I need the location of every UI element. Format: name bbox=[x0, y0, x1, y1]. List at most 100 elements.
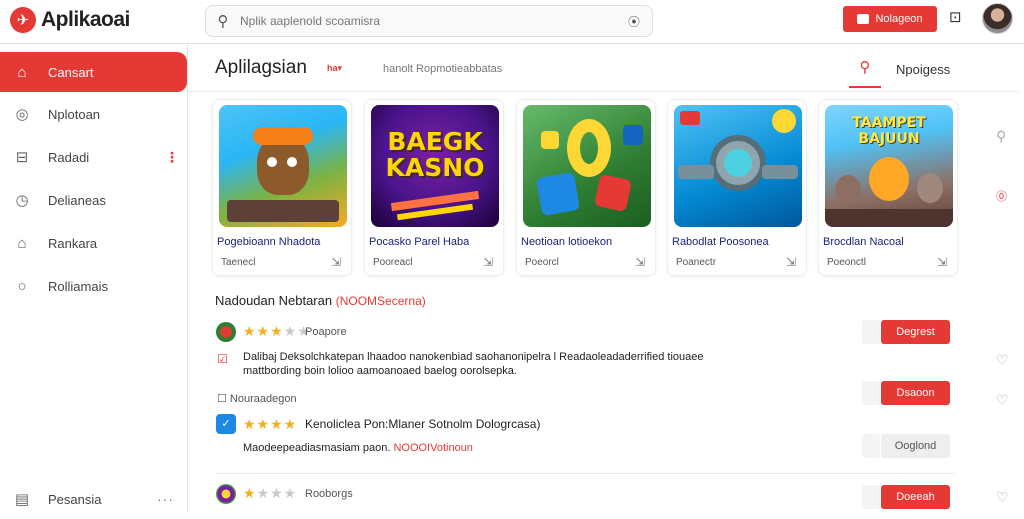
review-tag: ☐ Nouraadegon bbox=[217, 392, 297, 405]
heart-icon[interactable]: ♡ bbox=[996, 489, 1009, 506]
app-logo-text: Aplikaoai bbox=[41, 8, 130, 31]
app-card-image bbox=[219, 105, 347, 227]
app-card-title: Neotioan lotioekon bbox=[521, 236, 613, 248]
search-bar[interactable]: ⚲ ⦿ bbox=[205, 5, 653, 37]
comment-icon: ☑ bbox=[217, 352, 228, 366]
secondary-button[interactable] bbox=[862, 320, 880, 344]
app-card-title: Pocasko Parel Haba bbox=[369, 236, 470, 248]
app-card-meta: Pooreacl bbox=[373, 257, 413, 268]
home-icon: ⌂ bbox=[17, 63, 27, 81]
top-bar: ✈ Aplikaoai ⚲ ⦿ Nolageon ⊡ bbox=[0, 0, 1024, 44]
review-text-line: Maodeepeadiasmasiam paon. bbox=[243, 442, 391, 454]
share-icon[interactable]: ⇲ bbox=[331, 255, 341, 269]
app-icon bbox=[216, 322, 236, 342]
app-card-image bbox=[674, 105, 802, 227]
language-selector[interactable]: ha▾ bbox=[327, 63, 342, 74]
row-divider bbox=[215, 473, 955, 474]
sidebar-item-label: Rankara bbox=[48, 235, 98, 251]
primary-action-label: Nolageon bbox=[875, 13, 923, 25]
app-card-image: BAEGK KASNO bbox=[371, 105, 499, 227]
tab-progress[interactable]: Npoigess bbox=[896, 62, 950, 77]
section-title-text: Nadoudan Nebtaran bbox=[215, 293, 333, 308]
share-icon[interactable]: ⇲ bbox=[635, 255, 645, 269]
primary-action-button[interactable]: Nolageon bbox=[843, 6, 937, 32]
sidebar-item-home[interactable]: ⌂ Cansart bbox=[0, 52, 187, 92]
share-icon[interactable]: ⇲ bbox=[937, 255, 947, 269]
sidebar-item-settings[interactable]: ▤ Pesansia ··· bbox=[0, 479, 187, 519]
page-subtitle: hanolt Ropmotieabbatas bbox=[383, 63, 503, 75]
twitter-icon: ✓ bbox=[216, 414, 236, 434]
compass-icon: ◎ bbox=[15, 106, 29, 123]
header-search-icon[interactable]: ⚲ bbox=[849, 58, 881, 88]
app-card-meta: Taenecl bbox=[221, 257, 256, 268]
app-card-art-title: TAAMPET BAJUUN bbox=[852, 115, 926, 147]
bank-icon: ⌂ bbox=[17, 234, 27, 252]
row-action-button[interactable]: Ooglond bbox=[881, 434, 950, 458]
secondary-button[interactable] bbox=[862, 381, 880, 405]
app-card-meta: Poeorcl bbox=[525, 257, 559, 268]
sidebar-item-bank[interactable]: ⌂ Rankara bbox=[0, 223, 187, 263]
star-rating: ★★★★ bbox=[243, 416, 298, 432]
sidebar-item-label: Cansart bbox=[48, 64, 94, 80]
more-horizontal-icon[interactable]: ··· bbox=[157, 491, 174, 507]
review-check-icon: ☐ bbox=[217, 393, 230, 405]
search-icon: ⚲ bbox=[217, 13, 229, 30]
circle-icon: ○ bbox=[17, 277, 27, 295]
star-rating: ★★★★★ bbox=[243, 323, 311, 339]
app-card-title: Pogebioann Nhadota bbox=[217, 236, 321, 248]
app-card[interactable]: Rabodlat Poosonea Poanectr ⇲ bbox=[667, 99, 807, 276]
sidebar-item-label: Delianeas bbox=[48, 192, 106, 208]
row-action-button[interactable]: Dsaoon bbox=[881, 381, 950, 405]
search-input[interactable] bbox=[240, 14, 610, 28]
notification-icon[interactable]: ⊡ bbox=[949, 8, 962, 26]
user-avatar[interactable] bbox=[982, 3, 1013, 34]
app-card-title: Rabodlat Poosonea bbox=[672, 236, 769, 248]
sidebar-footer-label: Pesansia bbox=[48, 491, 102, 507]
star-rating: ★★★★ bbox=[243, 485, 298, 501]
app-card-image: TAAMPET BAJUUN bbox=[825, 105, 953, 227]
app-card[interactable]: BAEGK KASNO Pocasko Parel Haba Pooreacl … bbox=[364, 99, 504, 276]
sidebar-item-profile[interactable]: ○ Rolliamais bbox=[0, 266, 187, 306]
more-dots-icon[interactable]: ⋮ bbox=[165, 149, 179, 166]
mic-icon[interactable]: ⦿ bbox=[628, 13, 640, 30]
review-text-highlight: NOOOIVotinoun bbox=[393, 442, 473, 454]
shop-icon: ⊟ bbox=[15, 149, 29, 166]
review-text: Maodeepeadiasmasiam paon. NOOOIVotinoun bbox=[243, 441, 473, 455]
plane-icon: ✈ bbox=[10, 7, 36, 33]
app-card-title: Brocdlan Nacoal bbox=[823, 236, 904, 248]
alert-icon[interactable]: ⓪ bbox=[996, 188, 1007, 204]
app-card-meta: Poanectr bbox=[676, 257, 717, 268]
app-card[interactable]: Pogebioann Nhadota Taenecl ⇲ bbox=[212, 99, 352, 276]
row-action-button[interactable]: Degrest bbox=[881, 320, 950, 344]
share-icon[interactable]: ⇲ bbox=[483, 255, 493, 269]
review-tag-label: Nouraadegon bbox=[229, 393, 297, 405]
app-card[interactable]: Neotioan lotioekon Poeorcl ⇲ bbox=[516, 99, 656, 276]
review-text: Dalibaj Deksolchkatepan lhaadoo nanokenb… bbox=[243, 350, 773, 378]
review-tag: Poapore bbox=[305, 326, 347, 338]
sidebar-item-explore[interactable]: ◎ Nplotoan bbox=[0, 94, 187, 134]
app-logo[interactable]: ✈ Aplikaoai bbox=[10, 7, 130, 33]
app-card-image bbox=[523, 105, 651, 227]
heart-icon[interactable]: ♡ bbox=[996, 352, 1009, 369]
review-tag: Rooborgs bbox=[305, 488, 353, 500]
search-icon[interactable]: ⚲ bbox=[996, 128, 1006, 145]
review-text-line: Dalibaj Deksolchkatepan lhaadoo nanokenb… bbox=[243, 351, 704, 363]
app-card-art-title: BAEGK KASNO bbox=[385, 127, 485, 182]
sidebar-item-label: Rolliamais bbox=[48, 278, 108, 294]
gift-icon bbox=[857, 14, 870, 24]
sidebar-item-history[interactable]: ◷ Delianeas bbox=[0, 180, 187, 220]
sidebar-item-shop[interactable]: ⊟ Radadi ⋮ bbox=[0, 137, 187, 177]
secondary-button[interactable] bbox=[862, 485, 880, 509]
sidebar-item-label: Nplotoan bbox=[48, 106, 101, 122]
share-icon[interactable]: ⇲ bbox=[786, 255, 796, 269]
page-title: Aplilagsian bbox=[215, 57, 307, 78]
section-title: Nadoudan Nebtaran (NOOMSecerna) bbox=[215, 293, 426, 308]
review-text-line: mattbording boin lolioo aamoanoaed baelo… bbox=[243, 365, 517, 377]
secondary-button[interactable] bbox=[862, 434, 880, 458]
app-card[interactable]: TAAMPET BAJUUN Brocdlan Nacoal Poeonctl … bbox=[818, 99, 958, 276]
heart-icon[interactable]: ♡ bbox=[996, 392, 1009, 409]
row-action-button[interactable]: Doeeah bbox=[881, 485, 950, 509]
sidebar: ⌂ Cansart ◎ Nplotoan ⊟ Radadi ⋮ ◷ Delian… bbox=[0, 44, 188, 512]
app-icon bbox=[216, 484, 236, 504]
clock-icon: ◷ bbox=[15, 192, 29, 209]
